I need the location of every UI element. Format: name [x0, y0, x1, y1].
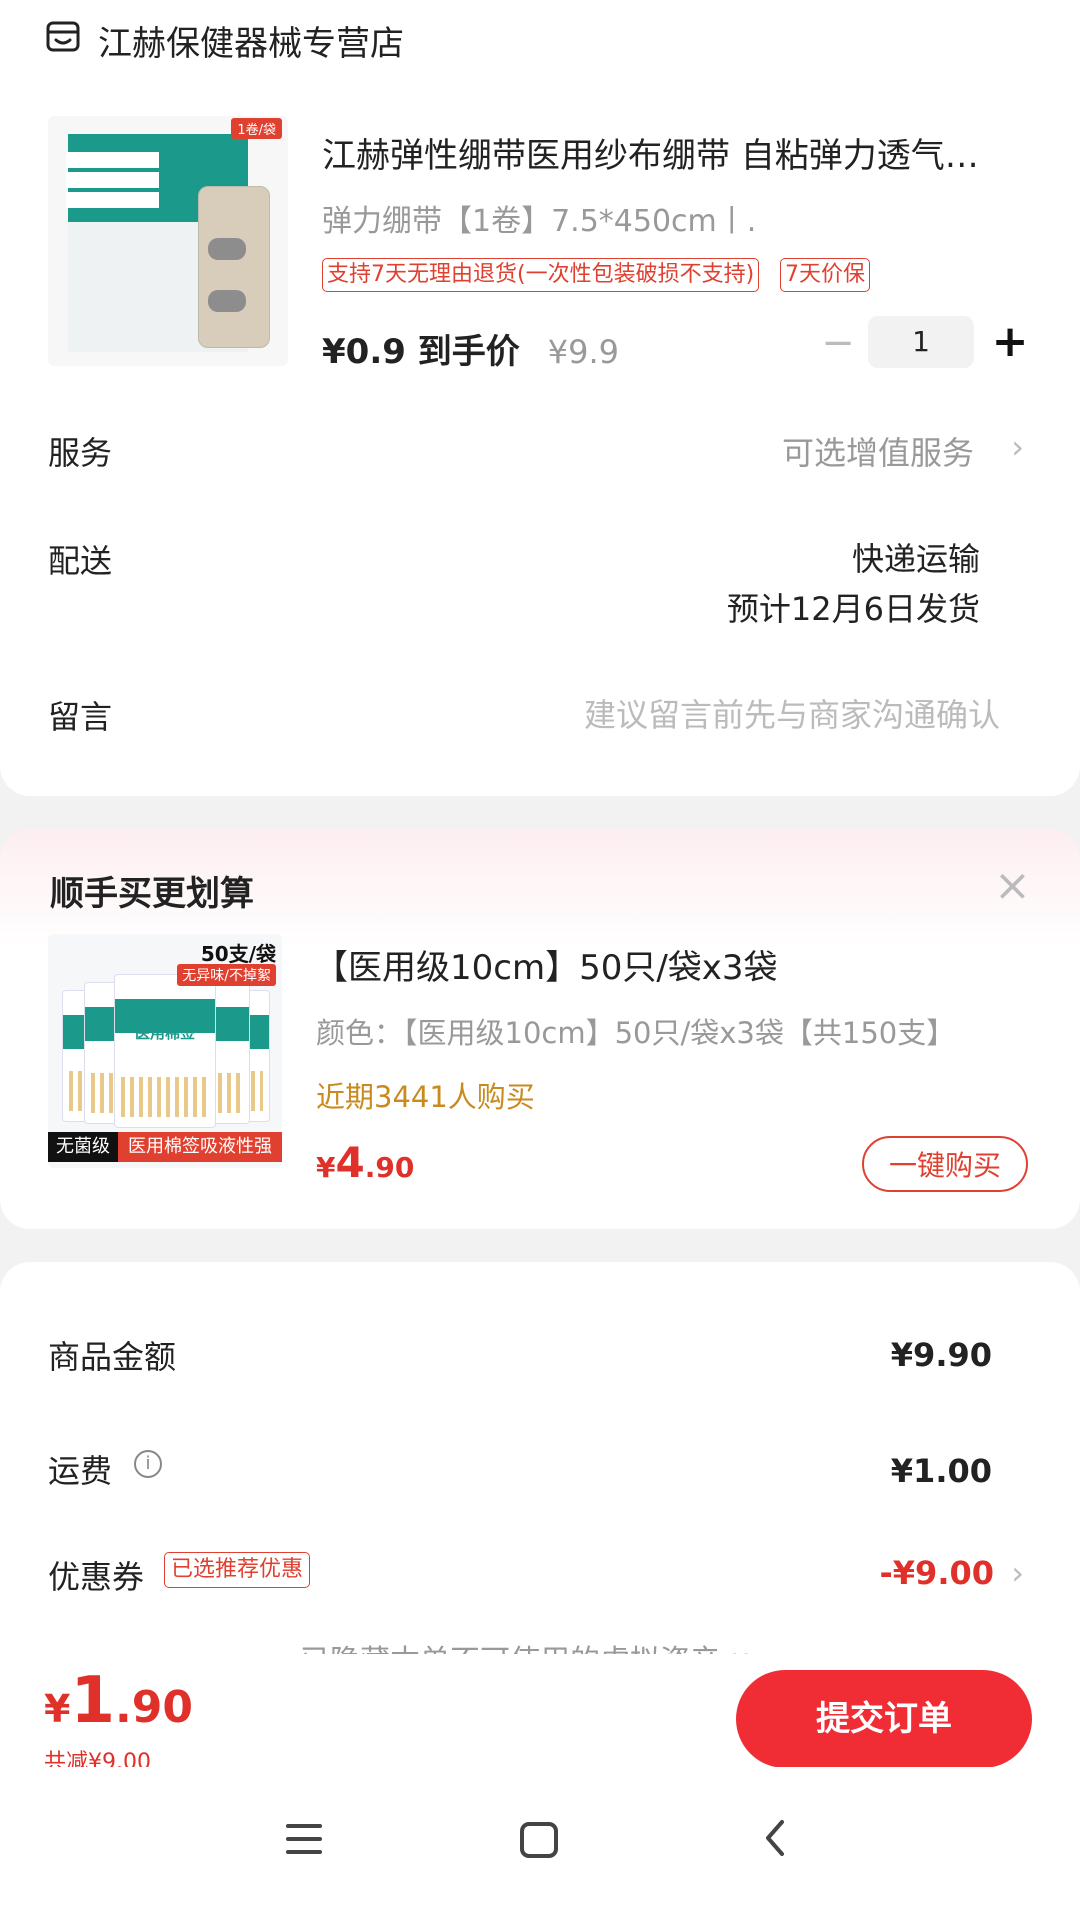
- image-bottom-banner: 无菌级 医用棉签吸液性强: [48, 1132, 282, 1162]
- quick-buy-button[interactable]: 一键购买: [862, 1136, 1028, 1192]
- quantity-input[interactable]: 1: [868, 316, 974, 368]
- goods-amount-value: ¥9.90: [890, 1336, 992, 1374]
- product-spec[interactable]: 弹力绷带【1卷】7.5*450cm丨.: [322, 196, 756, 240]
- image-center-label: 医用棉签: [134, 1024, 195, 1042]
- goods-amount-label: 商品金额: [48, 1338, 177, 1376]
- bandage-clip-graphic: [208, 238, 246, 260]
- price-protect-tag: 7天价保: [780, 258, 870, 292]
- package-label-graphic: [66, 152, 159, 168]
- swab-pack-graphic: [114, 974, 216, 1128]
- order-item-card: 江赫保健器械专营店 1卷/袋 江赫弹性绷带医用纱布绷带 自粘弹力透气… 弹力绷带…: [0, 0, 1080, 796]
- total-price: ¥1.90: [44, 1664, 193, 1738]
- service-label: 服务: [48, 434, 113, 472]
- close-icon[interactable]: ×: [994, 864, 1031, 908]
- recommend-item-sold: 近期3441人购买: [316, 1080, 535, 1114]
- recommend-item-name[interactable]: 【医用级10cm】50只/袋x3袋: [314, 940, 778, 989]
- return-policy-tag: 支持7天无理由退货(一次性包装破损不支持): [322, 258, 760, 292]
- product-title[interactable]: 江赫弹性绷带医用纱布绷带 自粘弹力透气…: [322, 128, 1022, 177]
- decrease-quantity-button[interactable]: −: [818, 320, 858, 366]
- home-icon[interactable]: [520, 1822, 558, 1858]
- image-banner-left: 无菌级: [48, 1132, 118, 1162]
- message-label: 留言: [48, 698, 113, 736]
- package-label-graphic: [66, 172, 159, 188]
- service-value[interactable]: 可选增值服务: [782, 428, 974, 474]
- recommend-item-spec: 颜色：【医用级10cm】50只/袋x3袋【共150支】: [316, 1016, 956, 1050]
- store-icon: [46, 21, 80, 52]
- info-icon[interactable]: i: [134, 1450, 162, 1478]
- message-input[interactable]: 建议留言前先与商家沟通确认: [584, 690, 1000, 736]
- store-name[interactable]: 江赫保健器械专营店: [98, 16, 404, 65]
- original-price: ¥9.9: [547, 333, 619, 371]
- shipping-label: 运费: [48, 1452, 113, 1490]
- package-label-graphic: [66, 192, 159, 208]
- coupon-label: 优惠券: [48, 1558, 145, 1596]
- increase-quantity-button[interactable]: +: [990, 316, 1030, 367]
- recommend-item-price: ¥4.90: [316, 1138, 415, 1187]
- chevron-right-icon[interactable]: ›: [1011, 428, 1024, 466]
- image-count-label: 50支/袋: [200, 942, 276, 966]
- product-image[interactable]: 1卷/袋: [48, 116, 288, 366]
- image-feature-tag: 无异味/不掉絮: [177, 964, 276, 986]
- final-price: ¥0.9 到手价: [322, 332, 520, 372]
- shipping-value: ¥1.00: [890, 1452, 992, 1490]
- bandage-roll-graphic: [198, 186, 270, 348]
- image-banner-right: 医用棉签吸液性强: [118, 1132, 282, 1162]
- delivery-eta: 预计12月6日发货: [726, 590, 980, 628]
- recommendation-title: 顺手买更划算: [50, 874, 254, 914]
- product-price-row: ¥0.9 到手价 ¥9.9: [322, 324, 619, 373]
- chevron-right-icon[interactable]: ›: [1011, 1554, 1024, 1592]
- back-icon[interactable]: [760, 1818, 790, 1858]
- menu-icon[interactable]: [286, 1824, 322, 1858]
- submit-order-button[interactable]: 提交订单: [736, 1670, 1032, 1768]
- image-pack-tag: 1卷/袋: [231, 118, 282, 139]
- coupon-tag: 已选推荐优惠: [164, 1552, 311, 1588]
- recommend-item-image[interactable]: 医用棉签 50支/袋 无异味/不掉絮 无菌级 医用棉签吸液性强: [48, 934, 282, 1168]
- bandage-clip-graphic: [208, 290, 246, 312]
- coupon-value[interactable]: -¥9.00: [880, 1554, 995, 1592]
- delivery-label: 配送: [48, 542, 113, 580]
- delivery-method: 快递运输: [851, 540, 980, 578]
